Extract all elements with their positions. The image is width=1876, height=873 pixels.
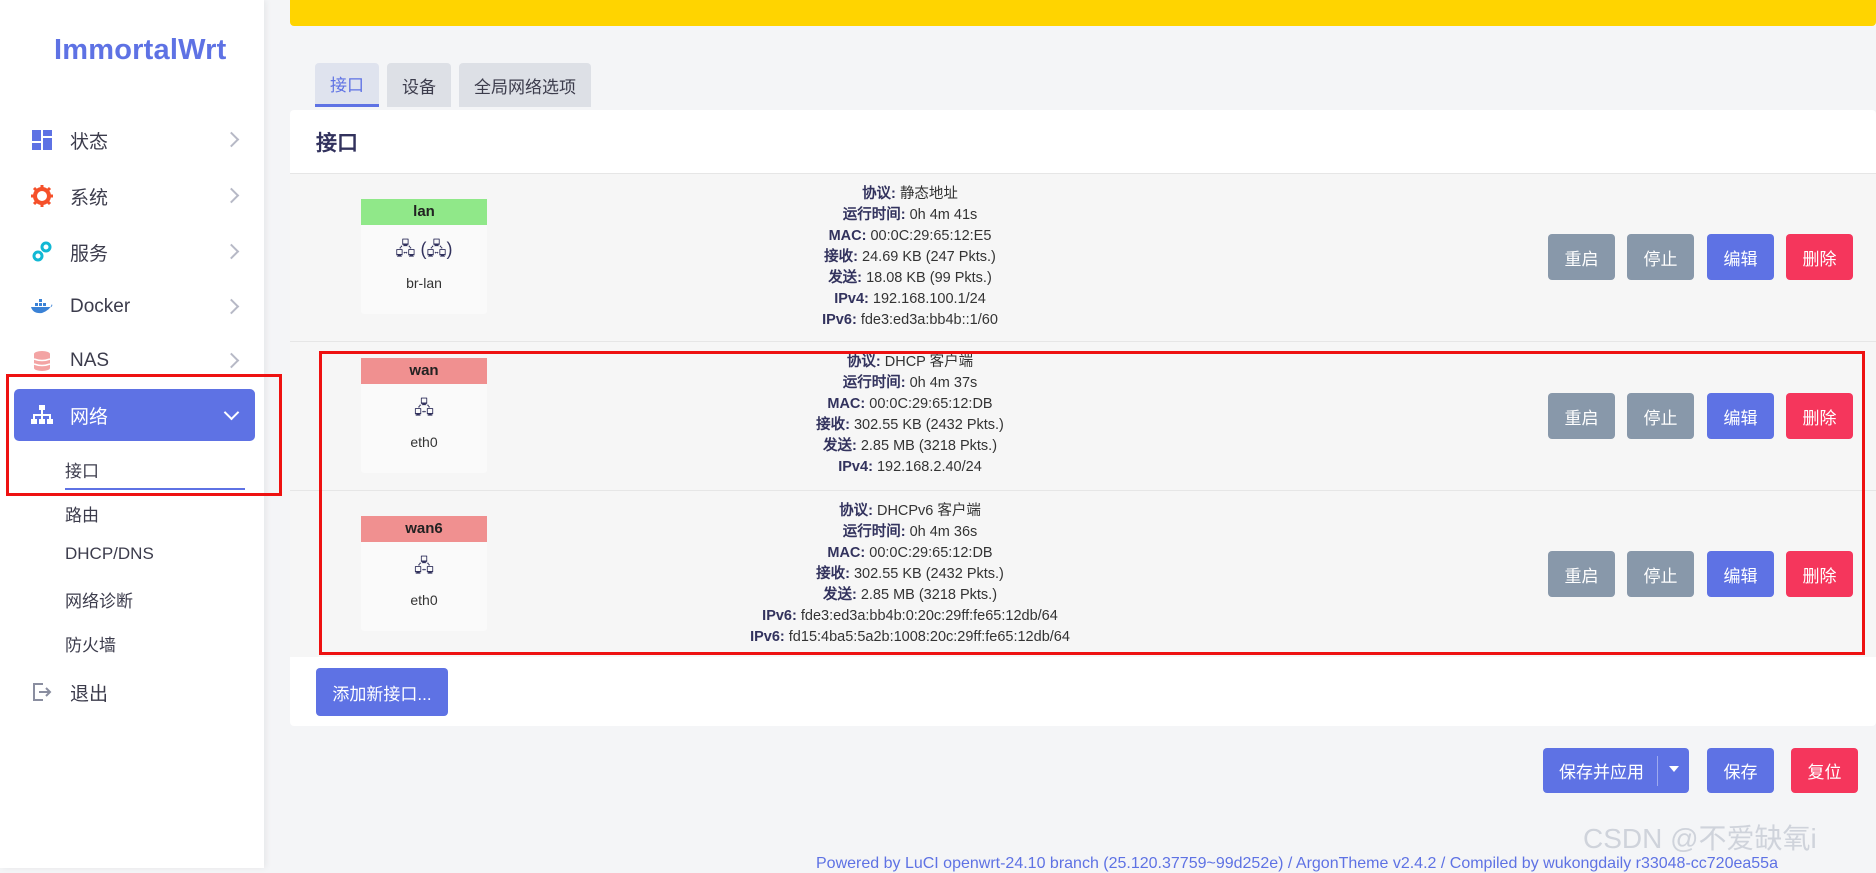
edit-button[interactable]: 编辑 xyxy=(1707,234,1774,280)
divider xyxy=(1657,756,1658,786)
sidebar-item-label: 退出 xyxy=(70,683,109,705)
sidebar-item-label: 状态 xyxy=(70,131,109,153)
stop-button[interactable]: 停止 xyxy=(1627,234,1694,280)
chevron-right-icon xyxy=(223,131,240,148)
info-line: 发送: 18.08 KB (99 Pkts.) xyxy=(828,270,992,286)
restart-button[interactable]: 重启 xyxy=(1548,234,1615,280)
sidebar-item-label: 系统 xyxy=(70,187,109,209)
network-port-icon: 🖧 (🖧) xyxy=(395,239,453,259)
add-interface-button[interactable]: 添加新接口... xyxy=(316,668,448,716)
subnav-diagnostics[interactable]: 网络诊断 xyxy=(65,587,133,612)
interface-badge-card: lan 🖧 (🖧) br-lan xyxy=(361,199,487,314)
logout-icon xyxy=(30,680,54,704)
highlight-box-wan-rows xyxy=(319,351,1865,655)
interface-name-badge[interactable]: lan xyxy=(361,199,487,225)
tab-interfaces[interactable]: 接口 xyxy=(315,63,379,107)
device-name: br-lan xyxy=(406,275,442,291)
caret-down-icon[interactable] xyxy=(1669,766,1679,772)
info-line: 协议: 静态地址 xyxy=(862,186,958,202)
info-line: 运行时间: 0h 4m 41s xyxy=(842,207,978,223)
logo[interactable]: ImmortalWrt xyxy=(54,34,226,67)
save-button[interactable]: 保存 xyxy=(1707,748,1774,793)
delete-button[interactable]: 删除 xyxy=(1786,234,1853,280)
reset-button[interactable]: 复位 xyxy=(1791,748,1858,793)
tab-bar: 接口 设备 全局网络选项 xyxy=(315,63,591,107)
subnav-dhcp-dns[interactable]: DHCP/DNS xyxy=(65,544,154,564)
sidebar-item-status[interactable]: 状态 xyxy=(14,114,255,166)
watermark: CSDN @不爱缺氧i xyxy=(1583,823,1817,854)
save-apply-label: 保存并应用 xyxy=(1559,763,1644,782)
tab-global-options[interactable]: 全局网络选项 xyxy=(459,63,591,107)
dashboard-icon xyxy=(30,128,54,152)
sidebar-item-label: Docker xyxy=(70,296,131,317)
interface-info: 协议: 静态地址 运行时间: 0h 4m 41s MAC: 00:0C:29:6… xyxy=(660,184,1160,331)
chevron-right-icon xyxy=(223,298,240,315)
info-line: MAC: 00:0C:29:65:12:E5 xyxy=(828,228,992,244)
sidebar-item-services[interactable]: 服务 xyxy=(14,226,255,278)
chevron-right-icon xyxy=(223,352,240,369)
warning-bar xyxy=(290,0,1876,26)
sidebar-item-system[interactable]: 系统 xyxy=(14,170,255,222)
sidebar-item-label: NAS xyxy=(70,350,110,371)
sidebar-item-label: 服务 xyxy=(70,243,109,265)
subnav-firewall[interactable]: 防火墙 xyxy=(65,631,116,656)
database-icon xyxy=(30,349,54,373)
info-line: 接收: 24.69 KB (247 Pkts.) xyxy=(824,249,996,265)
sidebar-item-logout[interactable]: 退出 xyxy=(14,666,255,718)
chevron-right-icon xyxy=(223,243,240,260)
subnav-routes[interactable]: 路由 xyxy=(65,501,99,526)
gear-icon xyxy=(30,184,54,208)
panel-title: 接口 xyxy=(316,132,358,155)
interface-row-lan: lan 🖧 (🖧) br-lan 协议: 静态地址 运行时间: 0h 4m 41… xyxy=(290,173,1876,342)
save-apply-button[interactable]: 保存并应用 xyxy=(1543,748,1689,793)
chevron-right-icon xyxy=(223,187,240,204)
docker-whale-icon xyxy=(30,295,54,319)
tab-devices[interactable]: 设备 xyxy=(387,63,451,107)
highlight-box-sidebar xyxy=(6,374,282,496)
sidebar-item-docker[interactable]: Docker xyxy=(14,281,255,333)
puzzle-icon xyxy=(30,240,54,264)
footer-credits[interactable]: Powered by LuCI openwrt-24.10 branch (25… xyxy=(816,855,1778,873)
info-line: IPv6: fde3:ed3a:bb4b::1/60 xyxy=(822,312,998,328)
info-line: IPv4: 192.168.100.1/24 xyxy=(834,291,986,307)
